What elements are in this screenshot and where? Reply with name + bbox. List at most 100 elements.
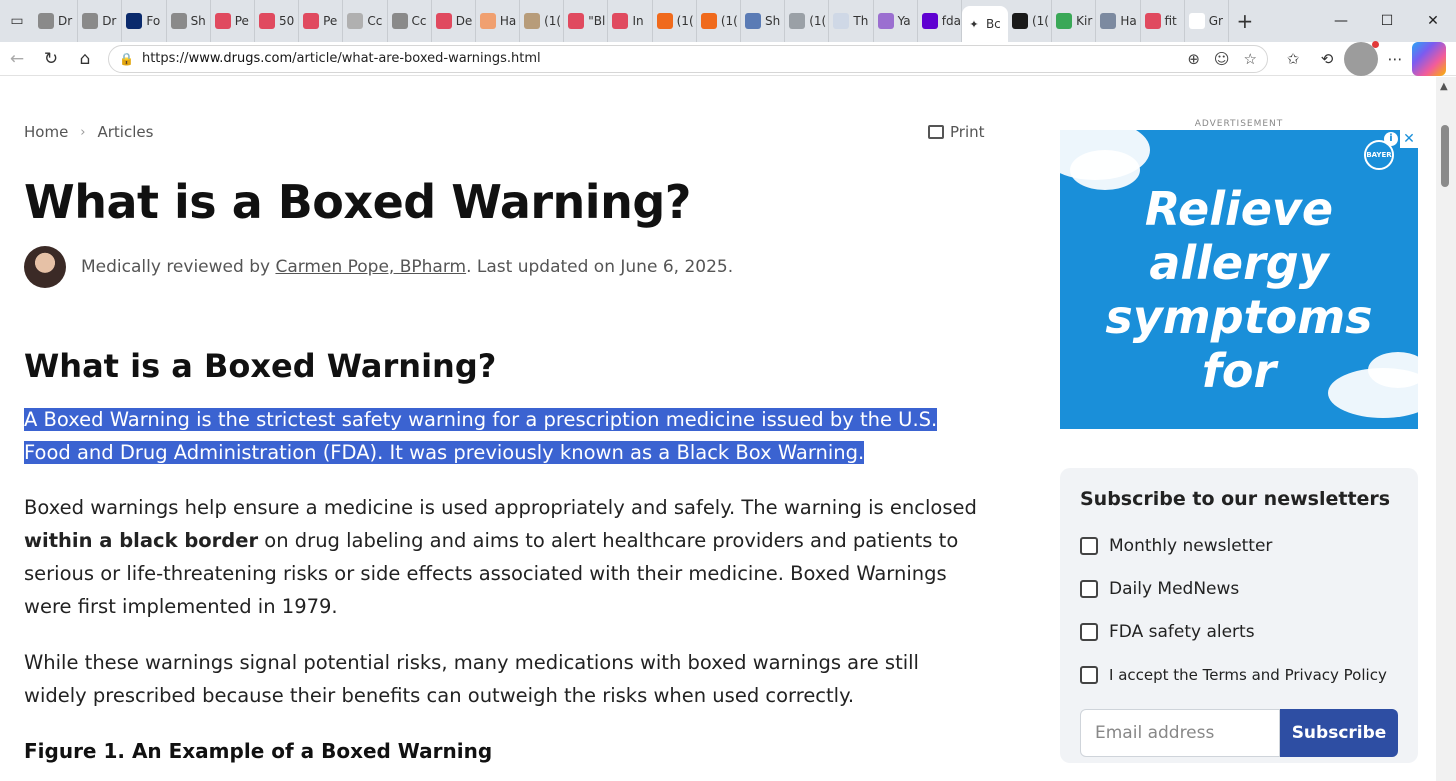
tab[interactable]: Kir	[1052, 0, 1097, 42]
ad-close-icon[interactable]: ✕	[1400, 130, 1418, 148]
tab-label: 50	[278, 14, 295, 28]
tab-label: (1(	[544, 14, 562, 28]
ad-info-icon[interactable]: i	[1384, 132, 1398, 146]
tab[interactable]: Fo	[122, 0, 167, 42]
section-heading: What is a Boxed Warning?	[24, 347, 497, 385]
tab[interactable]: (1(	[1008, 0, 1053, 42]
ad-label: ADVERTISEMENT	[1194, 119, 1284, 129]
newsletter-box: Subscribe to our newsletters Monthly new…	[1060, 468, 1418, 763]
option-label: Monthly newsletter	[1109, 535, 1273, 556]
tab-active[interactable]: ✦ Bc ✕	[961, 6, 1008, 42]
breadcrumb-articles[interactable]: Articles	[98, 123, 154, 141]
tab[interactable]: (1(	[785, 0, 830, 42]
close-window-icon[interactable]: ✕	[1410, 0, 1456, 42]
printer-icon	[928, 125, 944, 139]
breadcrumb-home[interactable]: Home	[24, 123, 68, 141]
tab-strip: ▭ Dr Dr Fo Sh Pe 50 Pe Cc Cc De Ha (1("Bl In (1((1(Sh…	[0, 0, 1456, 42]
tab-actions-icon[interactable]: ▭	[0, 0, 34, 42]
tab-label: "Bl	[588, 14, 606, 28]
tab-label: (1(	[720, 14, 738, 28]
history-icon[interactable]: ⟲	[1310, 42, 1344, 76]
tab[interactable]: Pe	[299, 0, 344, 42]
reviewer-avatar	[24, 246, 66, 288]
tab-label: In	[632, 14, 644, 28]
page-title: What is a Boxed Warning?	[24, 175, 691, 229]
tab[interactable]: Cc	[388, 0, 432, 42]
tab[interactable]: (1(	[520, 0, 565, 42]
tab[interactable]: Ha	[1096, 0, 1141, 42]
tab[interactable]: Dr	[34, 0, 79, 42]
tab[interactable]: fda	[918, 0, 962, 42]
image-icon	[1100, 13, 1117, 29]
favorites-icon[interactable]: ✩	[1276, 42, 1310, 76]
tab[interactable]: De	[432, 0, 476, 42]
url-text[interactable]: https://www.drugs.com/article/what-are-b…	[142, 51, 1187, 66]
book-icon	[1056, 13, 1073, 29]
reviewer-link[interactable]: Carmen Pope, BPharm	[275, 257, 466, 277]
tab[interactable]: Gr	[1185, 0, 1229, 42]
address-bar[interactable]: 🔒 https://www.drugs.com/article/what-are…	[108, 44, 1268, 73]
drugs-com-icon: ✦	[965, 16, 982, 32]
ad-headline: Relieve allergy symptoms for	[1105, 182, 1373, 398]
scrollbar-thumb[interactable]	[1441, 125, 1449, 187]
print-button[interactable]: Print	[928, 123, 985, 141]
tab[interactable]: (1(	[697, 0, 741, 42]
globe-icon	[170, 13, 187, 29]
tab[interactable]: "Bl	[564, 0, 609, 42]
zoom-icon[interactable]: ⊕	[1187, 50, 1200, 68]
terms-checkbox-row[interactable]: I accept the Terms and Privacy Policy	[1080, 653, 1398, 696]
youtube-icon	[214, 13, 231, 29]
tab[interactable]: Cc	[343, 0, 388, 42]
checkbox[interactable]	[1080, 536, 1098, 555]
tab[interactable]: fit	[1141, 0, 1185, 42]
subscribe-button[interactable]: Subscribe	[1280, 709, 1398, 757]
youtube-icon	[612, 13, 629, 29]
tab[interactable]: 50	[255, 0, 300, 42]
tab-label: Sh	[765, 14, 781, 28]
checkbox[interactable]	[1080, 665, 1098, 684]
selected-text: A Boxed Warning is the strictest safety …	[24, 408, 938, 464]
tab[interactable]: Ha	[476, 0, 521, 42]
tab[interactable]: Pe	[211, 0, 255, 42]
minimize-icon[interactable]: —	[1318, 0, 1364, 42]
back-icon[interactable]: ←	[0, 42, 34, 76]
home-icon[interactable]: ⌂	[68, 42, 102, 76]
email-field[interactable]: Email address	[1080, 709, 1280, 757]
tab-label: Fo	[146, 14, 161, 28]
tab-label: Pe	[234, 14, 249, 28]
m-icon	[745, 13, 761, 29]
copilot-icon[interactable]	[1412, 41, 1446, 76]
tab[interactable]: In	[608, 0, 653, 42]
tab-label: Kir	[1076, 14, 1093, 28]
scrollbar[interactable]: ▲	[1436, 77, 1456, 781]
toolbar: ← ↻ ⌂ 🔒 https://www.drugs.com/article/wh…	[0, 40, 1456, 76]
more-menu-icon[interactable]: ⋯	[1378, 42, 1412, 76]
reading-mode-icon[interactable]: ☺	[1214, 50, 1230, 68]
newsletter-option-fda[interactable]: FDA safety alerts	[1080, 610, 1398, 653]
youtube-icon	[258, 13, 275, 29]
tab-label: (1(	[1031, 14, 1049, 28]
tab-label: fda	[941, 14, 961, 28]
tab[interactable]: Sh	[167, 0, 211, 42]
maximize-icon[interactable]: ☐	[1364, 0, 1410, 42]
google-icon	[1188, 13, 1205, 29]
tab[interactable]: Dr	[78, 0, 123, 42]
gp-icon	[833, 13, 850, 29]
advertisement[interactable]: Relieve allergy symptoms for BAYER i ✕	[1060, 130, 1418, 429]
tab[interactable]: Sh	[741, 0, 786, 42]
tab-label: fit	[1164, 14, 1177, 28]
lock-icon[interactable]: 🔒	[119, 52, 134, 66]
checkbox[interactable]	[1080, 579, 1098, 598]
newsletter-option-daily[interactable]: Daily MedNews	[1080, 567, 1398, 610]
newsletter-option-monthly[interactable]: Monthly newsletter	[1080, 524, 1398, 567]
tab[interactable]: Th	[829, 0, 874, 42]
tab[interactable]: (1(	[653, 0, 697, 42]
new-tab-button[interactable]: +	[1229, 9, 1261, 33]
profile-icon[interactable]	[1344, 40, 1379, 76]
scroll-up-icon[interactable]: ▲	[1440, 81, 1448, 92]
tab[interactable]: Ya	[874, 0, 918, 42]
bold-text: within a black border	[24, 529, 259, 552]
checkbox[interactable]	[1080, 622, 1098, 641]
favorite-star-icon[interactable]: ☆	[1244, 50, 1257, 68]
refresh-icon[interactable]: ↻	[34, 42, 68, 76]
